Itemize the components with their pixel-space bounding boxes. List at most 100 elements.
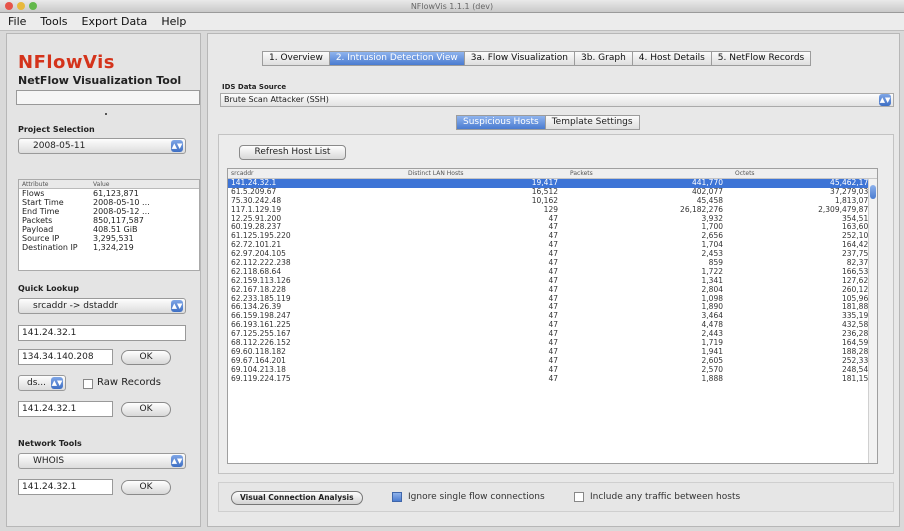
tab-host-details[interactable]: 4. Host Details	[631, 51, 712, 66]
include-any-traffic-label: Include any traffic between hosts	[590, 492, 741, 502]
lookup-query-ok-button[interactable]: OK	[121, 402, 171, 417]
table-cell: 47	[548, 329, 558, 339]
window-titlebar: NFlowVis 1.1.1 (dev)	[0, 0, 904, 13]
sub-tabs: Suspicious Hosts Template Settings	[456, 115, 640, 130]
refresh-host-list-button[interactable]: Refresh Host List	[239, 145, 346, 160]
table-scrollbar[interactable]	[868, 179, 877, 463]
table-cell: 47	[548, 258, 558, 268]
menu-file[interactable]: File	[8, 15, 26, 28]
table-body: 141.24.32.1 19,417 441,770 45,462,177 61.5.2…	[228, 178, 877, 384]
raw-records-checkbox[interactable]	[83, 379, 93, 389]
table-row[interactable]: 69.119.224.175 47 1,888 181,158	[228, 373, 877, 384]
attr-row: Flows 61,123,871	[19, 189, 199, 198]
attr-row: Payload 408.51 GiB	[19, 225, 199, 234]
include-any-traffic-checkbox[interactable]	[574, 492, 584, 502]
menu-tools[interactable]: Tools	[40, 15, 67, 28]
attr-value: 61,123,871	[93, 189, 139, 198]
attr-value: 2008-05-10 ...	[93, 198, 150, 207]
tab-graph[interactable]: 3b. Graph	[574, 51, 633, 66]
table-cell: 129	[543, 204, 558, 214]
attr-value: 408.51 GiB	[93, 225, 138, 234]
table-cell: 47	[548, 213, 558, 223]
project-select-value: 2008-05-11	[33, 141, 86, 151]
analysis-options-bar: Visual Connection Analysis Ignore single…	[218, 482, 894, 512]
scrollbar-thumb[interactable]	[870, 185, 876, 199]
menu-help[interactable]: Help	[161, 15, 186, 28]
chevron-updown-icon: ▲▼	[51, 377, 63, 389]
network-tool-select[interactable]: WHOIS ▲▼	[18, 453, 186, 469]
tab-intrusion-detection-view[interactable]: 2. Intrusion Detection View	[328, 51, 465, 66]
chevron-updown-icon: ▲▼	[171, 140, 183, 152]
menu-export-data[interactable]: Export Data	[82, 15, 148, 28]
table-cell: 47	[548, 373, 558, 383]
table-cell: 47	[548, 240, 558, 250]
ignore-single-flow-label: Ignore single flow connections	[408, 492, 545, 502]
table-cell: 47	[548, 302, 558, 312]
lookup-field-select[interactable]: ds... ▲▼	[18, 375, 66, 391]
menu-bar: File Tools Export Data Help	[0, 13, 904, 31]
attr-row: Packets 850,117,587	[19, 216, 199, 225]
table-cell: 47	[548, 346, 558, 356]
lookup-query-field[interactable]: 141.24.32.1	[18, 401, 113, 417]
column-header-srcaddr[interactable]: srcaddr	[228, 169, 400, 178]
chevron-updown-icon: ▲▼	[171, 300, 183, 312]
table-cell: 181,158	[841, 373, 873, 383]
table-cell: 2,453	[701, 249, 723, 259]
raw-records-label: Raw Records	[97, 377, 161, 388]
attr-key: Source IP	[22, 234, 60, 243]
attr-row: Source IP 3,295,531	[19, 234, 199, 243]
network-tool-field[interactable]: 141.24.32.1	[18, 479, 113, 495]
project-selection-label: Project Selection	[18, 125, 95, 134]
zoom-window-button[interactable]	[29, 2, 37, 10]
close-window-button[interactable]	[5, 2, 13, 10]
app-subtitle: NetFlow Visualization Tool	[18, 74, 182, 87]
main-panel: 1. Overview 2. Intrusion Detection View …	[207, 33, 900, 527]
project-attributes-table: Attribute Value Flows 61,123,871 Start Ti…	[18, 179, 200, 271]
table-cell: 47	[548, 320, 558, 330]
table-cell: 47	[548, 338, 558, 348]
network-tool-ok-button[interactable]: OK	[121, 480, 171, 495]
window-controls	[5, 2, 37, 10]
chevron-updown-icon: ▲▼	[879, 94, 891, 106]
attributes-header: Attribute Value	[19, 180, 199, 189]
attr-row: Destination IP 1,324,219	[19, 243, 199, 252]
table-cell: 47	[548, 231, 558, 241]
sidebar: NFlowVis NetFlow Visualization Tool Proj…	[6, 33, 201, 527]
app-logo: NFlowVis	[18, 52, 116, 73]
column-header-octets[interactable]: Octets	[727, 169, 877, 178]
table-cell: 47	[548, 364, 558, 374]
table-cell: 47	[548, 249, 558, 259]
attr-key: End Time	[22, 207, 60, 216]
tab-overview[interactable]: 1. Overview	[262, 51, 330, 66]
visual-connection-analysis-button[interactable]: Visual Connection Analysis	[231, 491, 363, 505]
suspicious-hosts-table[interactable]: srcaddr Distinct LAN Hosts Packets Octet…	[227, 168, 878, 464]
table-cell: 69.119.224.175	[231, 373, 291, 383]
network-tool-value: WHOIS	[33, 456, 65, 466]
tab-suspicious-hosts[interactable]: Suspicious Hosts	[456, 115, 546, 130]
minimize-window-button[interactable]	[17, 2, 25, 10]
table-cell: 47	[548, 355, 558, 365]
column-header-packets[interactable]: Packets	[562, 169, 727, 178]
lookup-mode-value: srcaddr -> dstaddr	[33, 301, 118, 311]
window-title: NFlowVis 1.1.1 (dev)	[410, 2, 494, 11]
attr-value: 850,117,587	[93, 216, 144, 225]
ids-source-select[interactable]: Brute Scan Attacker (SSH) ▲▼	[220, 93, 894, 107]
lookup-source-field[interactable]: 141.24.32.1	[18, 325, 186, 341]
lookup-destination-field[interactable]: 134.34.140.208	[18, 349, 113, 365]
table-cell: 10,162	[531, 195, 558, 205]
column-header-distinct-lan-hosts[interactable]: Distinct LAN Hosts	[400, 169, 562, 178]
network-tools-label: Network Tools	[18, 439, 82, 448]
attr-key: Payload	[22, 225, 54, 234]
ignore-single-flow-checkbox[interactable]	[392, 492, 402, 502]
ids-source-value: Brute Scan Attacker (SSH)	[224, 95, 329, 104]
lookup-mode-select[interactable]: srcaddr -> dstaddr ▲▼	[18, 298, 186, 314]
attr-value: 3,295,531	[93, 234, 134, 243]
table-cell: 47	[548, 222, 558, 232]
table-cell: 47	[548, 284, 558, 294]
tab-netflow-records[interactable]: 5. NetFlow Records	[710, 51, 812, 66]
lookup-ok-button[interactable]: OK	[121, 350, 171, 365]
table-cell: 47	[548, 293, 558, 303]
tab-flow-visualization[interactable]: 3a. Flow Visualization	[463, 51, 575, 66]
project-select[interactable]: 2008-05-11 ▲▼	[18, 138, 186, 154]
tab-template-settings[interactable]: Template Settings	[544, 115, 640, 130]
